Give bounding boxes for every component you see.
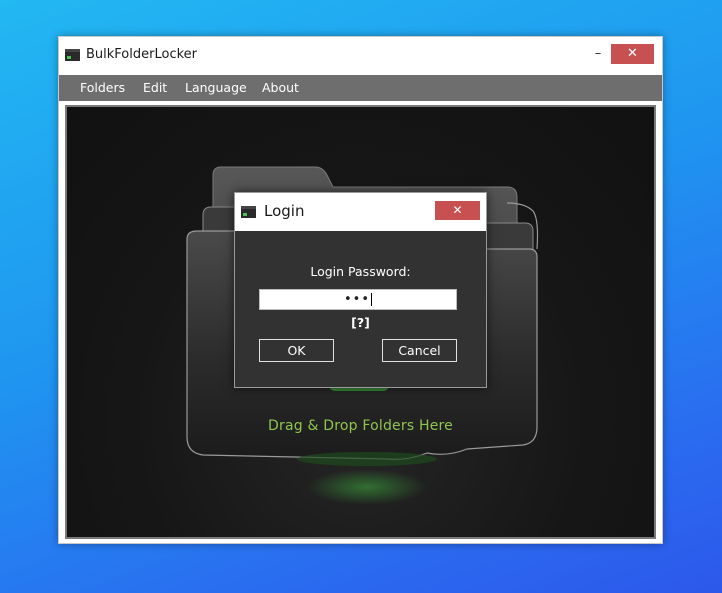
dialog-close-button[interactable]: ✕ [435,201,480,220]
menu-folders[interactable]: Folders [80,80,125,95]
password-label: Login Password: [310,264,411,279]
minimize-button[interactable]: – [590,45,606,65]
ok-button[interactable]: OK [259,339,334,362]
cancel-button[interactable]: Cancel [382,339,457,362]
menu-edit[interactable]: Edit [143,80,167,95]
password-help-link[interactable]: [?] [235,315,486,330]
dialog-title: Login [264,202,305,220]
dialog-app-icon [241,206,256,218]
close-button[interactable]: ✕ [611,44,654,64]
dialog-titlebar[interactable]: Login ✕ [235,193,486,231]
menu-about[interactable]: About [262,80,299,95]
login-dialog: Login ✕ Login Password: ••• [?] OK Cance… [234,192,487,388]
menu-language[interactable]: Language [185,80,247,95]
password-value: ••• [343,292,370,307]
window-titlebar[interactable]: BulkFolderLocker – ✕ [59,37,662,75]
password-field[interactable]: ••• [259,289,457,310]
window-title: BulkFolderLocker [86,47,197,62]
app-window-icon [65,49,80,61]
menu-bar: Folders Edit Language About [59,75,662,101]
drop-hint-text: Drag & Drop Folders Here [268,418,453,434]
text-caret [371,293,372,306]
